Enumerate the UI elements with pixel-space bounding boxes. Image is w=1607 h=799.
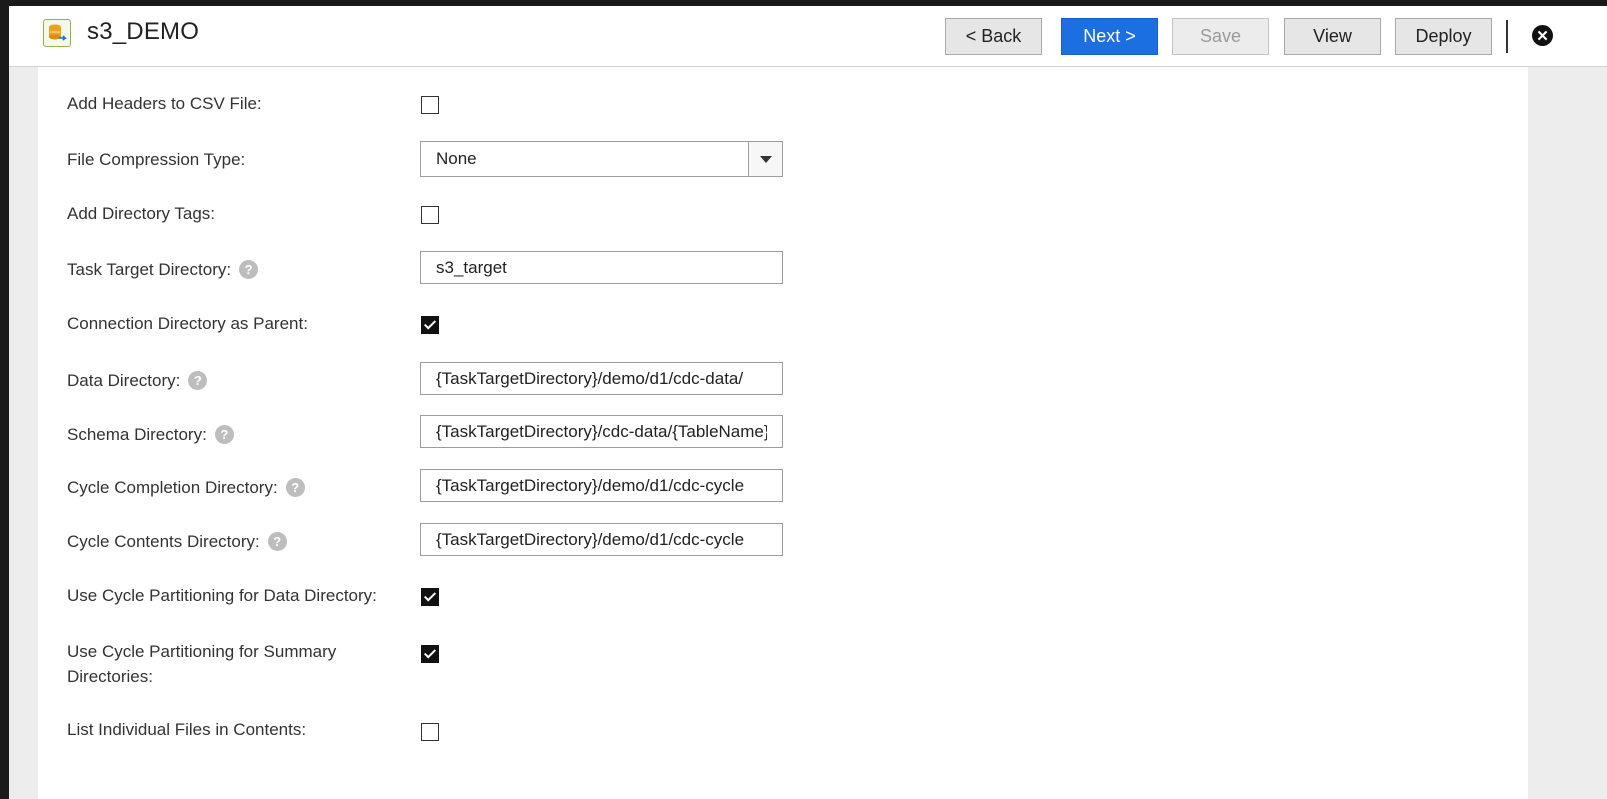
schema-directory-text: Schema Directory: <box>67 425 207 444</box>
task-wizard-window: s3_DEMO < Back Next > Save View Deploy ✕… <box>9 6 1607 799</box>
cycle-partition-data-checkbox[interactable] <box>421 588 439 606</box>
help-icon[interactable]: ? <box>267 532 287 551</box>
file-compression-value: None <box>436 149 477 168</box>
connection-directory-parent-checkbox[interactable] <box>421 316 439 334</box>
database-task-icon <box>43 19 71 47</box>
help-icon[interactable]: ? <box>239 260 259 279</box>
connection-directory-parent-label: Connection Directory as Parent: <box>67 314 308 333</box>
list-individual-files-checkbox[interactable] <box>421 723 439 741</box>
cycle-partition-data-label: Use Cycle Partitioning for Data Director… <box>67 586 377 605</box>
data-directory-label: Data Directory:? <box>67 368 208 393</box>
list-individual-files-label: List Individual Files in Contents: <box>67 720 307 739</box>
help-icon[interactable]: ? <box>214 425 234 444</box>
cycle-partition-summary-checkbox[interactable] <box>421 645 439 663</box>
cycle-completion-directory-text: Cycle Completion Directory: <box>67 478 278 497</box>
cycle-contents-directory-input[interactable] <box>420 523 783 556</box>
add-directory-tags-checkbox[interactable] <box>421 206 439 224</box>
save-button[interactable]: Save <box>1172 18 1269 55</box>
task-target-directory-text: Task Target Directory: <box>67 260 232 279</box>
schema-directory-input[interactable] <box>420 415 783 448</box>
back-button[interactable]: < Back <box>945 18 1042 55</box>
right-gutter <box>1528 67 1607 799</box>
cycle-partition-summary-label: Use Cycle Partitioning for Summary Direc… <box>67 639 336 689</box>
add-directory-tags-label: Add Directory Tags: <box>67 204 216 223</box>
view-button[interactable]: View <box>1284 18 1381 55</box>
cycle-contents-directory-label: Cycle Contents Directory:? <box>67 529 287 554</box>
page-title: s3_DEMO <box>87 18 200 45</box>
cycle-contents-directory-text: Cycle Contents Directory: <box>67 532 260 551</box>
help-icon[interactable]: ? <box>188 371 208 390</box>
file-compression-select[interactable]: None <box>420 141 783 177</box>
header-bar: s3_DEMO < Back Next > Save View Deploy ✕ <box>9 6 1607 67</box>
cycle-completion-directory-input[interactable] <box>420 469 783 502</box>
help-icon[interactable]: ? <box>285 478 305 497</box>
next-button[interactable]: Next > <box>1061 18 1158 55</box>
cycle-partition-summary-label-line1: Use Cycle Partitioning for Summary <box>67 642 337 661</box>
add-headers-label: Add Headers to CSV File: <box>67 94 262 113</box>
chevron-down-icon[interactable] <box>748 142 782 176</box>
task-target-directory-input[interactable] <box>420 251 783 284</box>
toolbar-divider <box>1506 20 1508 53</box>
add-headers-checkbox[interactable] <box>421 96 439 114</box>
data-directory-text: Data Directory: <box>67 371 181 390</box>
cycle-partition-summary-label-line2: Directories: <box>67 667 153 686</box>
schema-directory-label: Schema Directory:? <box>67 422 234 447</box>
file-compression-label: File Compression Type: <box>67 150 246 169</box>
cycle-completion-directory-label: Cycle Completion Directory:? <box>67 475 305 500</box>
deploy-button[interactable]: Deploy <box>1395 18 1492 55</box>
task-target-directory-label: Task Target Directory:? <box>67 257 259 282</box>
form-panel: Add Headers to CSV File: File Compressio… <box>38 67 1528 799</box>
data-directory-input[interactable] <box>420 362 783 395</box>
close-icon[interactable]: ✕ <box>1532 25 1553 46</box>
